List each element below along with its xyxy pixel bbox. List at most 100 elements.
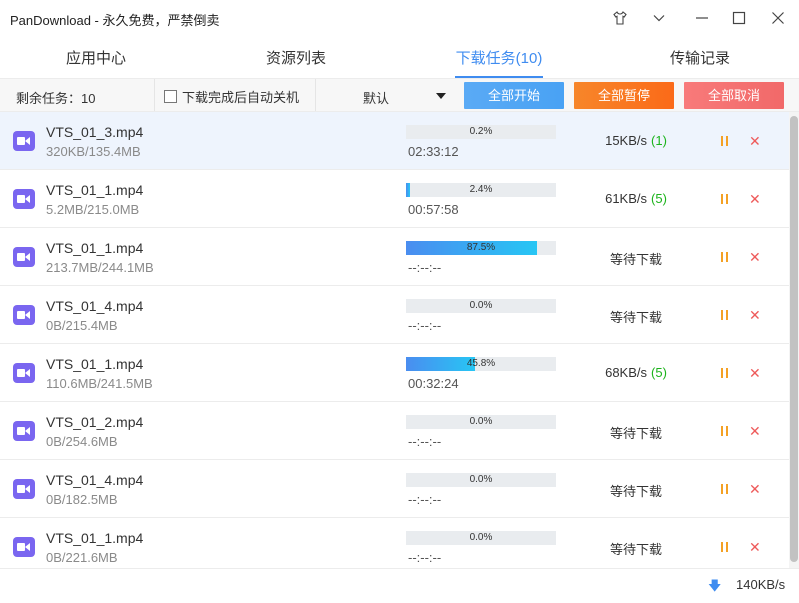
tab-resource-list[interactable]: 资源列表 — [246, 42, 346, 76]
start-all-button[interactable]: 全部开始 — [464, 82, 564, 109]
video-file-icon — [13, 247, 35, 267]
video-file-icon — [13, 305, 35, 325]
shirt-icon[interactable] — [608, 6, 632, 30]
task-status-text: 68KB/s — [605, 365, 648, 380]
total-speed: 140KB/s — [736, 577, 786, 592]
minimize-icon[interactable] — [690, 6, 714, 30]
task-status-text: 等待下载 — [609, 310, 662, 325]
pause-icon[interactable] — [720, 484, 729, 494]
task-row[interactable]: VTS_01_4.mp4 0B/182.5MB 0.0% --:--:-- 等待… — [0, 460, 789, 518]
tab-transfer-records[interactable]: 传输记录 — [650, 42, 750, 76]
tab-download-tasks[interactable]: 下载任务(10) — [444, 42, 554, 78]
close-x-icon[interactable]: ✕ — [749, 366, 761, 380]
task-status-text: 等待下载 — [609, 542, 662, 557]
window-title: PanDownload - 永久免费，严禁倒卖 — [10, 13, 220, 28]
task-file-name: VTS_01_4.mp4 — [46, 472, 144, 488]
task-remaining-time: --:--:-- — [408, 318, 442, 333]
task-status: 15KB/s (1) — [588, 133, 684, 148]
task-progress-bar: 87.5% — [406, 241, 556, 255]
pause-icon[interactable] — [720, 426, 729, 436]
task-remaining-time: --:--:-- — [408, 434, 442, 449]
pause-icon[interactable] — [720, 252, 729, 262]
close-x-icon[interactable]: ✕ — [749, 308, 761, 322]
task-row[interactable]: VTS_01_4.mp4 0B/215.4MB 0.0% --:--:-- 等待… — [0, 286, 789, 344]
close-x-icon[interactable]: ✕ — [749, 250, 761, 264]
sort-select[interactable]: 默认 — [316, 79, 456, 111]
toolbar-divider — [154, 79, 155, 111]
task-remaining-time: --:--:-- — [408, 260, 442, 275]
task-status: 61KB/s (5) — [588, 191, 684, 206]
pause-icon[interactable] — [720, 310, 729, 320]
task-file-name: VTS_01_3.mp4 — [46, 124, 144, 140]
close-x-icon[interactable]: ✕ — [749, 192, 761, 206]
video-file-icon — [13, 421, 35, 441]
download-task-list: VTS_01_3.mp4 320KB/135.4MB 0.2% 02:33:12… — [0, 112, 789, 568]
tab-app-center[interactable]: 应用中心 — [46, 42, 146, 76]
task-file-name: VTS_01_1.mp4 — [46, 182, 144, 198]
task-progress-bar: 0.0% — [406, 531, 556, 545]
auto-shutdown-option[interactable]: 下载完成后自动关机 — [164, 87, 299, 106]
task-status: 等待下载 — [588, 423, 684, 442]
task-progress-bar: 0.2% — [406, 125, 556, 139]
task-row[interactable]: VTS_01_1.mp4 5.2MB/215.0MB 2.4% 00:57:58… — [0, 170, 789, 228]
pause-icon[interactable] — [720, 136, 729, 146]
maximize-icon[interactable] — [727, 6, 751, 30]
pause-icon[interactable] — [720, 194, 729, 204]
close-x-icon[interactable]: ✕ — [749, 134, 761, 148]
task-status: 68KB/s (5) — [588, 365, 684, 380]
list-scrollbar[interactable] — [789, 112, 799, 568]
task-thread-count: (1) — [651, 133, 667, 148]
cancel-all-button[interactable]: 全部取消 — [684, 82, 784, 109]
task-status-text: 等待下载 — [609, 252, 662, 267]
task-status: 等待下载 — [588, 481, 684, 500]
status-bar: 🡇 140KB/s — [0, 568, 799, 603]
task-progress-bar: 0.0% — [406, 415, 556, 429]
close-x-icon[interactable]: ✕ — [749, 540, 761, 554]
task-file-size: 0B/221.6MB — [46, 550, 118, 565]
close-icon[interactable] — [766, 6, 790, 30]
task-row[interactable]: VTS_01_1.mp4 213.7MB/244.1MB 87.5% --:--… — [0, 228, 789, 286]
task-progress-bar: 0.0% — [406, 299, 556, 313]
task-row[interactable]: VTS_01_2.mp4 0B/254.6MB 0.0% --:--:-- 等待… — [0, 402, 789, 460]
task-file-size: 5.2MB/215.0MB — [46, 202, 140, 217]
task-progress-text: 87.5% — [466, 242, 496, 253]
task-file-name: VTS_01_1.mp4 — [46, 240, 144, 256]
remaining-tasks: 剩余任务：10 — [16, 91, 96, 106]
close-x-icon[interactable]: ✕ — [749, 424, 761, 438]
pause-icon[interactable] — [720, 542, 729, 552]
task-progress-bar: 45.8% — [406, 357, 556, 371]
task-file-name: VTS_01_2.mp4 — [46, 414, 144, 430]
task-row[interactable]: VTS_01_1.mp4 0B/221.6MB 0.0% --:--:-- 等待… — [0, 518, 789, 568]
task-thread-count: (5) — [651, 191, 667, 206]
task-status-text: 等待下载 — [609, 426, 662, 441]
task-row[interactable]: VTS_01_1.mp4 110.6MB/241.5MB 45.8% 00:32… — [0, 344, 789, 402]
task-remaining-time: --:--:-- — [408, 492, 442, 507]
video-file-icon — [13, 479, 35, 499]
task-progress-text: 45.8% — [466, 358, 496, 369]
task-progress-bar: 2.4% — [406, 183, 556, 197]
video-file-icon — [13, 189, 35, 209]
task-status: 等待下载 — [588, 539, 684, 558]
video-file-icon — [13, 363, 35, 383]
task-file-size: 0B/254.6MB — [46, 434, 118, 449]
task-status: 等待下载 — [588, 307, 684, 326]
close-x-icon[interactable]: ✕ — [749, 482, 761, 496]
pause-icon[interactable] — [720, 368, 729, 378]
chevron-down-icon[interactable] — [647, 6, 671, 30]
task-file-size: 320KB/135.4MB — [46, 144, 141, 159]
auto-shutdown-checkbox[interactable] — [164, 90, 177, 103]
task-thread-count: (5) — [651, 365, 667, 380]
task-status: 等待下载 — [588, 249, 684, 268]
sort-select-value: 默认 — [363, 91, 390, 106]
auto-shutdown-label: 下载完成后自动关机 — [182, 90, 300, 105]
task-file-name: VTS_01_1.mp4 — [46, 530, 144, 546]
task-file-size: 213.7MB/244.1MB — [46, 260, 154, 275]
scrollbar-thumb[interactable] — [790, 116, 798, 562]
task-row[interactable]: VTS_01_3.mp4 320KB/135.4MB 0.2% 02:33:12… — [0, 112, 789, 170]
task-file-size: 0B/182.5MB — [46, 492, 118, 507]
task-remaining-time: 02:33:12 — [408, 144, 459, 159]
pause-all-button[interactable]: 全部暂停 — [574, 82, 674, 109]
main-tabs: 应用中心 资源列表 下载任务(10) 传输记录 — [0, 42, 799, 78]
task-file-name: VTS_01_1.mp4 — [46, 356, 144, 372]
task-status-text: 等待下载 — [609, 484, 662, 499]
